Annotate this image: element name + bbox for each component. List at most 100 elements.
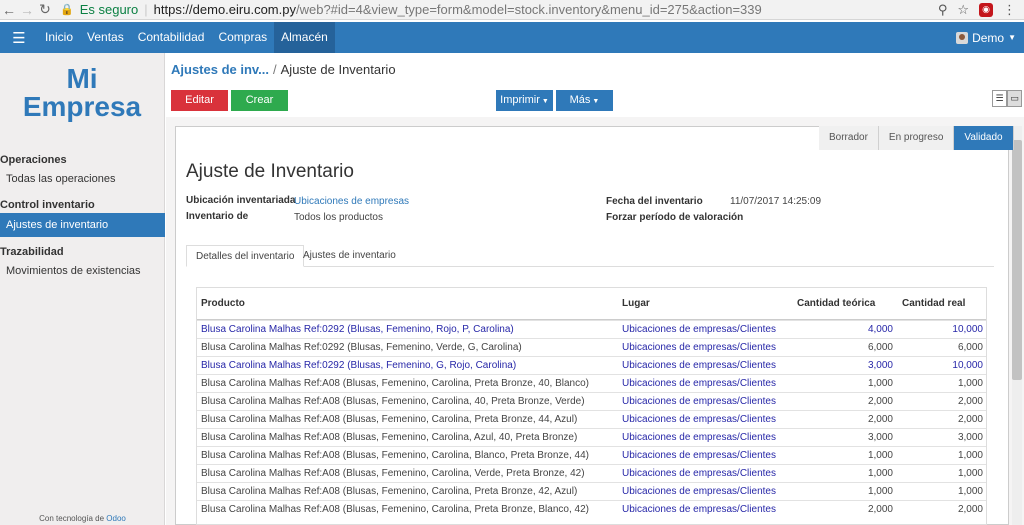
address-separator: | [144, 2, 148, 17]
url-host: https://demo.eiru.com.py [153, 2, 296, 17]
cell-cantidad-teorica: 4,000 [867, 324, 893, 335]
stage-en-progreso[interactable]: En progreso [878, 126, 955, 150]
cell-lugar: Ubicaciones de empresas/Clientes [622, 414, 776, 425]
cell-producto: Blusa Carolina Malhas Ref:A08 (Blusas, F… [201, 414, 578, 425]
sidebar: Mi Empresa Operaciones Todas las operaci… [0, 53, 165, 525]
menu-contabilidad[interactable]: Contabilidad [131, 22, 212, 53]
address-bar[interactable]: 🔒 Es seguro | https://demo.eiru.com.py/w… [54, 1, 938, 19]
cell-cantidad-teorica: 1,000 [867, 468, 893, 479]
cell-lugar: Ubicaciones de empresas/Clientes [622, 396, 776, 407]
cell-cantidad-teorica: 1,000 [867, 486, 893, 497]
sidebar-item-todas-operaciones[interactable]: Todas las operaciones [0, 167, 165, 191]
cell-cantidad-real: 1,000 [957, 486, 983, 497]
cell-cantidad-real: 1,000 [957, 378, 983, 389]
breadcrumb-parent[interactable]: Ajustes de inv... [171, 62, 269, 77]
sidebar-item-ajustes-inventario[interactable]: Ajustes de inventario [0, 213, 165, 237]
column-header-lugar[interactable]: Lugar [622, 298, 650, 309]
table-row[interactable]: Blusa Carolina Malhas Ref:A08 (Blusas, F… [197, 464, 986, 482]
date-field: 11/07/2017 14:25:09 [730, 196, 822, 207]
hamburger-menu-icon[interactable]: ☰ [0, 29, 38, 47]
cell-lugar: Ubicaciones de empresas/Clientes [622, 378, 776, 389]
cell-cantidad-teorica: 3,000 [867, 432, 893, 443]
table-row[interactable]: Blusa Carolina Malhas Ref:A08 (Blusas, F… [197, 374, 986, 392]
table-row[interactable]: Blusa Carolina Malhas Ref:0292 (Blusas, … [197, 320, 986, 338]
powered-by-brand[interactable]: Odoo [106, 514, 126, 523]
company-logo[interactable]: Mi Empresa [22, 65, 142, 121]
force-period-label: Forzar período de valoración [606, 212, 744, 223]
form-view-icon[interactable]: ▭ [1007, 90, 1022, 107]
caret-down-icon: ▼ [592, 98, 600, 105]
logo-line-2: Empresa [22, 91, 142, 122]
table-row[interactable]: Blusa Carolina Malhas Ref:A08 (Blusas, F… [197, 446, 986, 464]
table-row[interactable]: Blusa Carolina Malhas Ref:A08 (Blusas, F… [197, 428, 986, 446]
more-button[interactable]: Más ▼ [556, 90, 613, 111]
cell-lugar: Ubicaciones de empresas/Clientes [622, 450, 776, 461]
print-button-label: Imprimir [500, 94, 540, 106]
cell-lugar: Ubicaciones de empresas/Clientes [622, 504, 776, 515]
caret-down-icon: ▼ [541, 98, 549, 105]
stage-borrador[interactable]: Borrador [819, 126, 879, 150]
cell-cantidad-real: 2,000 [957, 414, 983, 425]
menu-ventas[interactable]: Ventas [80, 22, 131, 53]
print-button[interactable]: Imprimir ▼ [496, 90, 553, 111]
cell-cantidad-real: 2,000 [957, 504, 983, 515]
more-button-label: Más [569, 94, 591, 106]
location-field[interactable]: Ubicaciones de empresas [294, 196, 409, 207]
cell-producto: Blusa Carolina Malhas Ref:A08 (Blusas, F… [201, 396, 585, 407]
table-row[interactable]: Blusa Carolina Malhas Ref:A08 (Blusas, F… [197, 410, 986, 428]
cell-cantidad-real: 10,000 [952, 360, 983, 371]
tab-ajustes-inventario[interactable]: Ajustes de inventario [294, 245, 405, 267]
date-label: Fecha del inventario [606, 196, 703, 207]
breadcrumb: Ajustes de inv... / Ajuste de Inventario [171, 62, 396, 77]
reload-icon[interactable]: ↻ [36, 1, 54, 19]
cell-cantidad-teorica: 6,000 [867, 342, 893, 353]
table-row[interactable]: Blusa Carolina Malhas Ref:0292 (Blusas, … [197, 356, 986, 374]
stage-validado[interactable]: Validado [954, 126, 1014, 150]
avatar [956, 31, 969, 44]
breadcrumb-current: Ajuste de Inventario [280, 62, 396, 77]
lock-icon: 🔒 [60, 4, 74, 16]
forward-icon[interactable]: → [18, 1, 36, 19]
form-tabs: Detalles del inventario Ajustes de inven… [186, 245, 994, 267]
table-row[interactable]: Blusa Carolina Malhas Ref:A08 (Blusas, F… [197, 482, 986, 500]
sidebar-item-movimientos[interactable]: Movimientos de existencias [0, 259, 165, 283]
extension-shield-icon[interactable]: ◉ [979, 2, 993, 17]
user-menu[interactable]: Demo ▼ [956, 22, 1016, 53]
tab-detalles-inventario[interactable]: Detalles del inventario [186, 245, 305, 267]
cell-lugar: Ubicaciones de empresas/Clientes [622, 360, 776, 371]
top-menu-bar: ☰ Inicio Ventas Contabilidad Compras Alm… [0, 22, 1024, 53]
inventory-of-label: Inventario de [186, 211, 249, 222]
column-header-cantidad-teorica[interactable]: Cantidad teórica [797, 298, 875, 309]
menu-almacen[interactable]: Almacén [274, 22, 335, 53]
create-button[interactable]: Crear [231, 90, 288, 111]
sidebar-section-control-inventario: Control inventario [0, 199, 95, 211]
menu-inicio[interactable]: Inicio [38, 22, 80, 53]
column-header-cantidad-real[interactable]: Cantidad real [902, 298, 965, 309]
secure-label: Es seguro [79, 2, 139, 17]
list-view-icon[interactable]: ☰ [992, 90, 1007, 107]
menu-compras[interactable]: Compras [211, 22, 274, 53]
cell-cantidad-teorica: 1,000 [867, 450, 893, 461]
cell-lugar: Ubicaciones de empresas/Clientes [622, 342, 776, 353]
table-header: Producto Lugar Cantidad teórica Cantidad… [197, 288, 986, 320]
sidebar-section-trazabilidad: Trazabilidad [0, 246, 64, 258]
column-header-producto[interactable]: Producto [201, 298, 245, 309]
browser-menu-icon[interactable]: ⋮ [1003, 2, 1016, 18]
cell-lugar: Ubicaciones de empresas/Clientes [622, 468, 776, 479]
cell-cantidad-real: 6,000 [957, 342, 983, 353]
table-row[interactable]: Blusa Carolina Malhas Ref:A08 (Blusas, F… [197, 500, 986, 518]
table-row[interactable]: Blusa Carolina Malhas Ref:0292 (Blusas, … [197, 338, 986, 356]
scrollbar-thumb[interactable] [1012, 140, 1022, 380]
view-switcher: ☰ ▭ [992, 90, 1024, 108]
cell-lugar: Ubicaciones de empresas/Clientes [622, 486, 776, 497]
url-path: /web?#id=4&view_type=form&model=stock.in… [295, 2, 762, 17]
zoom-icon[interactable]: ⚲ [938, 2, 948, 18]
bookmark-star-icon[interactable]: ☆ [957, 2, 969, 18]
cell-cantidad-teorica: 2,000 [867, 414, 893, 425]
edit-button[interactable]: Editar [171, 90, 228, 111]
cell-cantidad-real: 10,000 [952, 324, 983, 335]
browser-toolbar: ← → ↻ 🔒 Es seguro | https://demo.eiru.co… [0, 0, 1024, 20]
logo-line-1: Mi [66, 63, 98, 94]
back-icon[interactable]: ← [0, 1, 18, 19]
table-row[interactable]: Blusa Carolina Malhas Ref:A08 (Blusas, F… [197, 392, 986, 410]
